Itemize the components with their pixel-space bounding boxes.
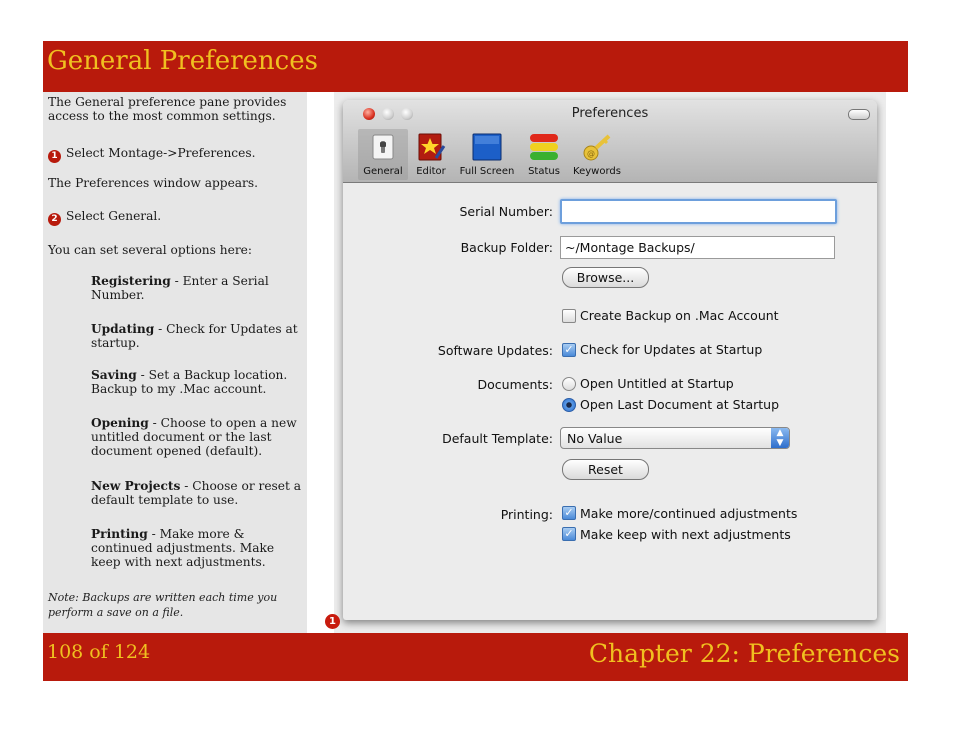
make-more-continued-label: Make more/continued adjustments (580, 506, 798, 521)
open-untitled-label: Open Untitled at Startup (580, 376, 734, 391)
toolbar-label: Keywords (573, 166, 621, 177)
reset-button[interactable]: Reset (562, 459, 649, 480)
backup-note: Note: Backups are written each time you … (48, 591, 278, 619)
step-number-badge: 1 (48, 150, 61, 163)
toolbar-editor[interactable]: Editor (411, 132, 451, 178)
software-updates-label: Software Updates: (437, 343, 553, 358)
option-opening: Opening - Choose to open a new untitled … (91, 416, 303, 458)
make-more-continued-checkbox[interactable]: ✓ (562, 506, 576, 520)
make-keep-with-next-label: Make keep with next adjustments (580, 527, 791, 542)
mac-backup-checkbox[interactable] (562, 309, 576, 323)
window-title: Preferences (571, 106, 649, 121)
backup-folder-field[interactable]: ~/Montage Backups/ (560, 236, 835, 259)
option-title: Updating (91, 322, 155, 336)
svg-text:@: @ (587, 149, 595, 158)
star-book-icon (416, 132, 446, 162)
open-last-document-label: Open Last Document at Startup (580, 397, 780, 412)
default-template-value: No Value (567, 431, 623, 446)
documents-label: Documents: (477, 377, 553, 392)
option-printing: Printing - Make more & continued adjustm… (91, 527, 303, 569)
serial-number-field[interactable] (560, 199, 837, 224)
toolbar-full-screen[interactable]: Full Screen (454, 132, 520, 178)
window-toolbar: Preferences General Editor Full Screen S… (343, 100, 877, 183)
instructions-sidebar: The General preference pane provides acc… (43, 92, 307, 633)
serial-number-label: Serial Number: (459, 204, 553, 219)
browse-button[interactable]: Browse... (562, 267, 649, 288)
page-header: General Preferences (43, 41, 908, 92)
check-updates-label: Check for Updates at Startup (580, 342, 763, 357)
check-updates-checkbox[interactable]: ✓ (562, 343, 576, 357)
close-window-button[interactable] (363, 108, 375, 120)
toolbar-toggle-button[interactable] (848, 109, 870, 120)
options-intro: You can set several options here: (48, 243, 252, 257)
printing-label: Printing: (500, 507, 553, 522)
backup-folder-value: ~/Montage Backups/ (565, 240, 695, 255)
chapter-title: Chapter 22: Preferences (588, 639, 900, 668)
toolbar-status[interactable]: Status (523, 132, 565, 178)
open-last-document-radio[interactable] (562, 398, 576, 412)
open-untitled-radio[interactable] (562, 377, 576, 391)
page-footer: 108 of 124 Chapter 22: Preferences (43, 633, 908, 681)
option-saving: Saving - Set a Backup location. Backup t… (91, 368, 303, 396)
callout-badge: 1 (325, 614, 340, 629)
default-template-label: Default Template: (442, 431, 553, 446)
option-updating: Updating - Check for Updates at startup. (91, 322, 303, 350)
appears-text: The Preferences window appears. (48, 176, 259, 190)
option-new-projects: New Projects - Choose or reset a default… (91, 479, 303, 507)
toolbar-label: Status (528, 166, 560, 177)
step-2-text: Select General. (66, 209, 162, 223)
toolbar-label: General (363, 166, 403, 177)
toolbar-label: Full Screen (459, 166, 515, 177)
page-number: 108 of 124 (47, 641, 151, 663)
intro-text: The General preference pane provides acc… (48, 95, 287, 123)
option-title: Opening (91, 416, 149, 430)
step-1: 1 Select Montage->Preferences. (48, 146, 304, 163)
switch-icon (368, 132, 398, 162)
option-registering: Registering - Enter a Serial Number. (91, 274, 303, 302)
zoom-window-button[interactable] (401, 108, 413, 120)
toolbar-general[interactable]: General (358, 129, 408, 180)
make-keep-with-next-checkbox[interactable]: ✓ (562, 527, 576, 541)
minimize-window-button[interactable] (382, 108, 394, 120)
mac-backup-label: Create Backup on .Mac Account (580, 308, 779, 323)
option-title: New Projects (91, 479, 181, 493)
toolbar-keywords[interactable]: @ Keywords (568, 132, 626, 178)
option-title: Printing (91, 527, 148, 541)
page-title: General Preferences (47, 46, 318, 76)
backup-folder-label: Backup Folder: (460, 240, 553, 255)
step-number-badge: 2 (48, 213, 61, 226)
step-2: 2 Select General. (48, 209, 304, 226)
traffic-light-icon (529, 132, 559, 162)
preferences-window: Preferences General Editor Full Screen S… (343, 100, 877, 620)
default-template-select[interactable]: No Value ▲ ▼ (560, 427, 790, 449)
step-1-text: Select Montage->Preferences. (66, 146, 256, 160)
select-arrows-icon: ▲ ▼ (771, 428, 789, 448)
blue-screen-icon (472, 132, 502, 162)
option-title: Saving (91, 368, 137, 382)
option-title: Registering (91, 274, 171, 288)
key-icon: @ (582, 132, 612, 162)
toolbar-label: Editor (416, 166, 446, 177)
